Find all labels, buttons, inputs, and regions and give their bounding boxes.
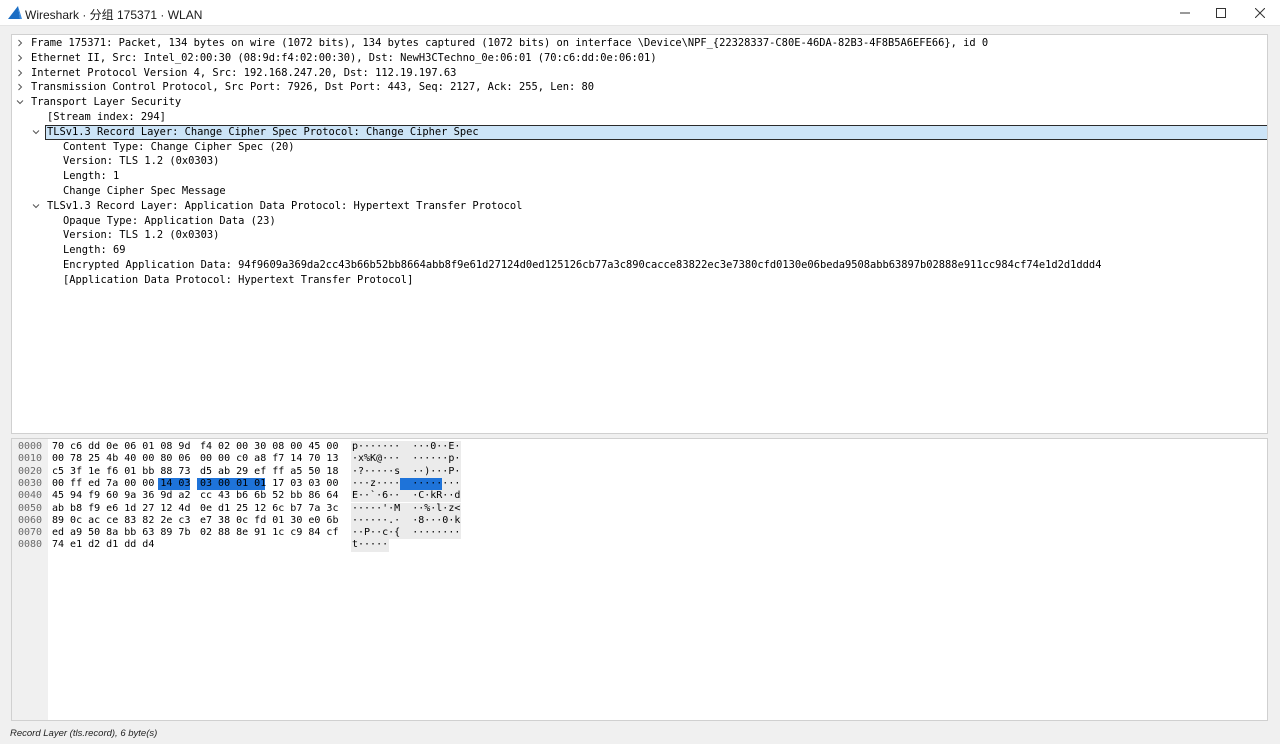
maximize-button[interactable]	[1201, 0, 1241, 25]
tree-row-label: TLSv1.3 Record Layer: Change Cipher Spec…	[47, 125, 479, 138]
tree-row[interactable]: Version: TLS 1.2 (0x0303)	[12, 228, 1267, 243]
tree-row-label: Transport Layer Security	[31, 96, 182, 109]
hex-bytes-group[interactable]: 00 00 c0 a8 f7 14 70 13	[200, 453, 338, 465]
tree-row[interactable]: Version: TLS 1.2 (0x0303)	[12, 154, 1267, 169]
close-icon	[1255, 7, 1265, 18]
hex-bytes-group[interactable]: f4 02 00 30 08 00 45 00	[200, 441, 338, 453]
ascii-text[interactable]: t·····	[352, 539, 388, 551]
tree-row-label: Transmission Control Protocol, Src Port:…	[31, 81, 595, 94]
status-bar: Record Layer (tls.record), 6 byte(s)	[0, 725, 1280, 744]
tree-row[interactable]: Length: 69	[12, 243, 1267, 258]
tree-row-label: Version: TLS 1.2 (0x0303)	[63, 155, 220, 168]
hex-bytes-group[interactable]: ab b8 f9 e6 1d 27 12 4d	[52, 503, 190, 515]
tree-row[interactable]: Opaque Type: Application Data (23)	[12, 214, 1267, 229]
hex-bytes-group[interactable]: e7 38 0c fd 01 30 e0 6b	[200, 515, 338, 527]
tree-row[interactable]: Content Type: Change Cipher Spec (20)	[12, 140, 1267, 155]
hex-bytes-group[interactable]: cc 43 b6 6b 52 bb 86 64	[200, 490, 338, 502]
tree-row-label: Content Type: Change Cipher Spec (20)	[63, 140, 295, 153]
tree-row-label: [Stream index: 294]	[47, 111, 166, 123]
hex-offset: 0070	[18, 527, 43, 539]
tree-row-label: [Application Data Protocol: Hypertext Tr…	[63, 273, 414, 286]
maximize-icon	[1216, 7, 1226, 18]
ascii-text[interactable]: ·····'·M ··%·l·z<	[352, 503, 460, 515]
tree-row-label: TLSv1.3 Record Layer: Application Data P…	[47, 199, 523, 212]
ascii-text[interactable]: ···z···· ········	[352, 478, 460, 490]
chevron-right-icon[interactable]	[16, 39, 24, 47]
tree-row[interactable]: Transport Layer Security	[12, 95, 1267, 110]
hex-bytes-group[interactable]: d5 ab 29 ef ff a5 50 18	[200, 466, 338, 478]
tree-row[interactable]: [Stream index: 294]	[12, 110, 1267, 125]
tree-row[interactable]: Internet Protocol Version 4, Src: 192.16…	[12, 66, 1267, 81]
minimize-icon	[1180, 12, 1190, 13]
ascii-text[interactable]: ·x%K@··· ······p·	[352, 453, 460, 465]
hex-offset: 0050	[18, 502, 43, 514]
chevron-right-icon[interactable]	[16, 54, 24, 62]
hex-offset: 0010	[18, 453, 43, 465]
ascii-text[interactable]: p······· ···0··E·	[352, 441, 460, 453]
tree-row[interactable]: TLSv1.3 Record Layer: Change Cipher Spec…	[12, 125, 1267, 140]
tree-row-label: Encrypted Application Data: 94f9609a369d…	[63, 259, 1102, 271]
tree-row-label: Length: 1	[63, 170, 120, 183]
hex-bytes-group[interactable]: 02 88 8e 91 1c c9 84 cf	[200, 527, 338, 539]
tree-row[interactable]: Ethernet II, Src: Intel_02:00:30 (08:9d:…	[12, 51, 1267, 66]
tree-row-label: Ethernet II, Src: Intel_02:00:30 (08:9d:…	[31, 51, 657, 64]
tree-row-label: Opaque Type: Application Data (23)	[63, 214, 276, 227]
tree-row[interactable]: [Application Data Protocol: Hypertext Tr…	[12, 273, 1267, 288]
tree-row-label: Change Cipher Spec Message	[63, 185, 226, 197]
minimize-button[interactable]	[1165, 0, 1205, 25]
chevron-right-icon[interactable]	[16, 83, 24, 91]
ascii-text[interactable]: ·?·····s ··)···P·	[352, 466, 460, 478]
tree-row-label: Length: 69	[63, 244, 126, 257]
hex-offset: 0000	[18, 441, 43, 452]
hex-bytes-group[interactable]: 00 78 25 4b 40 00 80 06	[52, 453, 190, 465]
tree-row[interactable]: TLSv1.3 Record Layer: Application Data P…	[12, 199, 1267, 214]
packet-bytes-pane[interactable]: 0000 70 c6 dd 0e 06 01 08 9d f4 02 00 30 0…	[11, 438, 1268, 721]
hex-bytes-group[interactable]: 0e d1 25 12 6c b7 7a 3c	[200, 503, 338, 515]
hex-offset: 0030	[18, 477, 43, 489]
tree-row[interactable]: Encrypted Application Data: 94f9609a369d…	[12, 258, 1267, 273]
chevron-down-icon[interactable]	[32, 128, 40, 136]
title-bar: Wireshark · 分组 175371 · WLAN	[0, 0, 1280, 26]
close-button[interactable]	[1240, 0, 1280, 25]
tree-row[interactable]: Change Cipher Spec Message	[12, 184, 1267, 199]
tree-row[interactable]: Transmission Control Protocol, Src Port:…	[12, 80, 1267, 95]
tree-row-label: Internet Protocol Version 4, Src: 192.16…	[31, 66, 457, 79]
window-title: Wireshark · 分组 175371 · WLAN	[25, 8, 203, 22]
ascii-text[interactable]: ······.· ·8···0·k	[352, 515, 460, 527]
hex-offset: 0080	[18, 539, 43, 551]
hex-bytes-group[interactable]: 03 00 01 01 17 03 03 00	[200, 478, 338, 490]
tree-row-label: Frame 175371: Packet, 134 bytes on wire …	[31, 37, 989, 49]
tree-row[interactable]: Frame 175371: Packet, 134 bytes on wire …	[12, 36, 1267, 51]
chevron-down-icon[interactable]	[32, 202, 40, 210]
status-text: Record Layer (tls.record), 6 byte(s)	[10, 728, 158, 739]
hex-offset: 0020	[18, 465, 43, 477]
wireshark-fin-icon	[8, 6, 22, 19]
hex-bytes-group[interactable]: 89 0c ac ce 83 82 2e c3	[52, 515, 190, 527]
hex-bytes-group[interactable]: 00 ff ed 7a 00 00 14 03	[52, 478, 190, 490]
hex-bytes-group[interactable]: c5 3f 1e f6 01 bb 88 73	[52, 466, 190, 478]
packet-details-tree[interactable]: Frame 175371: Packet, 134 bytes on wire …	[11, 34, 1268, 434]
hex-offset: 0060	[18, 514, 43, 526]
hex-offset: 0040	[18, 490, 43, 502]
ascii-text[interactable]: E··`·6·· ·C·kR··d	[352, 490, 460, 502]
hex-bytes-group[interactable]: 70 c6 dd 0e 06 01 08 9d	[52, 441, 190, 453]
chevron-down-icon[interactable]	[16, 98, 24, 106]
tree-row-label: Version: TLS 1.2 (0x0303)	[63, 229, 220, 242]
ascii-text[interactable]: ··P··c·{ ········	[352, 527, 460, 539]
chevron-right-icon[interactable]	[16, 69, 24, 77]
hex-bytes-group[interactable]: 45 94 f9 60 9a 36 9d a2	[52, 490, 190, 502]
hex-bytes-group[interactable]: ed a9 50 8a bb 63 89 7b	[52, 527, 190, 539]
tree-row[interactable]: Length: 1	[12, 169, 1267, 184]
hex-bytes-group[interactable]: 74 e1 d2 d1 dd d4	[52, 539, 154, 551]
